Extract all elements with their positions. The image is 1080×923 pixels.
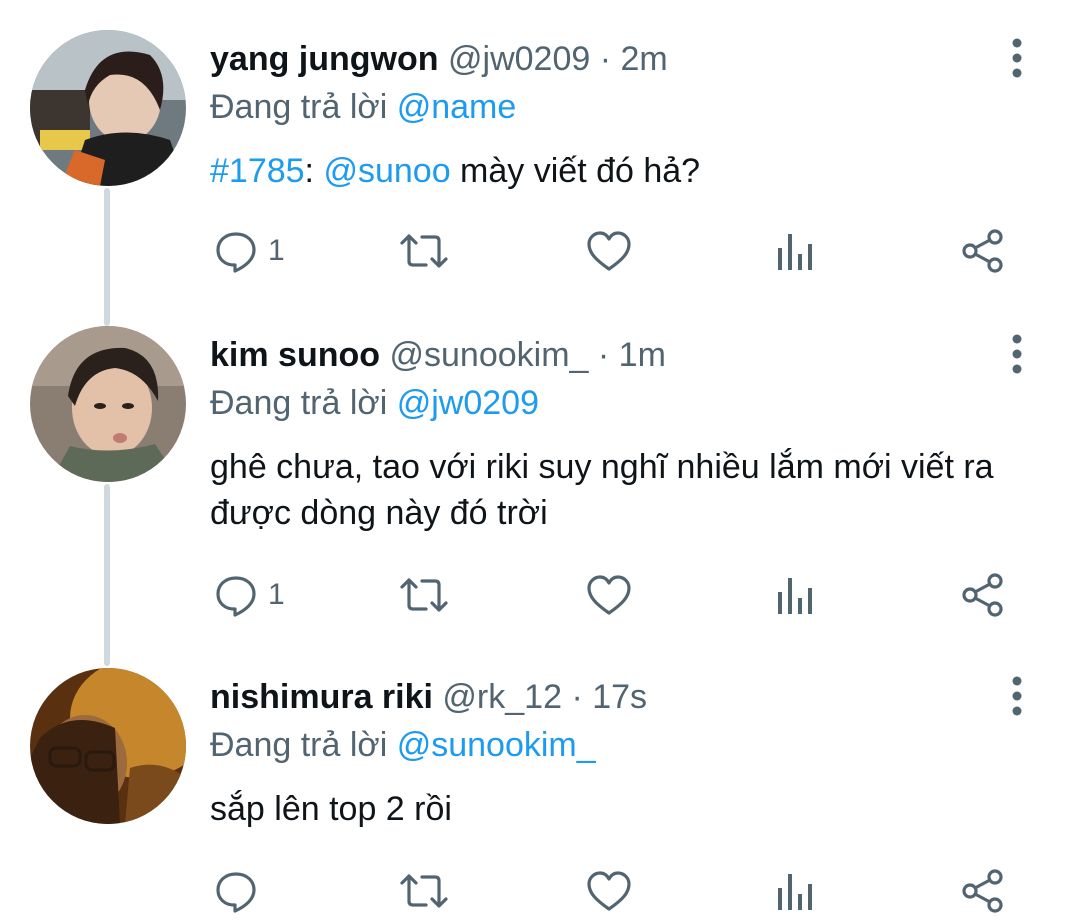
share-button[interactable] — [960, 570, 1006, 620]
reply-button[interactable]: 1 — [214, 570, 285, 620]
body-text-rest: mày viết đó hả? — [450, 152, 701, 190]
share-button[interactable] — [960, 866, 1006, 916]
bar-chart-icon — [778, 874, 812, 910]
body-colon: : — [304, 152, 314, 190]
tweet-actions — [0, 866, 1080, 916]
retweet-icon — [400, 578, 448, 612]
tweet-text: ghê chưa, tao với riki suy nghĩ nhiều lắ… — [210, 448, 994, 532]
replying-to-label: Đang trả lời — [210, 384, 388, 422]
retweet-icon — [400, 874, 448, 908]
separator: · — [599, 40, 612, 78]
views-button[interactable] — [776, 570, 816, 620]
handle[interactable]: @jw0209 — [448, 40, 590, 78]
tweet-header: kim sunoo @sunookim_ · 1m — [210, 334, 666, 376]
replying-to-label: Đang trả lời — [210, 88, 388, 126]
timestamp[interactable]: 1m — [619, 336, 666, 374]
speech-bubble-icon — [216, 576, 256, 617]
bar-chart-icon — [778, 578, 812, 614]
replying-to: Đang trả lời @jw0209 — [210, 382, 539, 424]
tweet-actions: 1 — [0, 226, 1080, 276]
more-options-button[interactable] — [1002, 38, 1032, 78]
more-options-button[interactable] — [1002, 334, 1032, 374]
handle[interactable]: @rk_12 — [442, 678, 562, 716]
like-button[interactable] — [586, 866, 632, 916]
like-button[interactable] — [586, 226, 632, 276]
tweet-text: #1785: @sunoo mày viết đó hả? — [210, 148, 1040, 194]
separator: · — [597, 336, 610, 374]
bar-chart-icon — [778, 234, 812, 270]
share-button[interactable] — [960, 226, 1006, 276]
speech-bubble-icon — [216, 872, 256, 913]
tweet-3[interactable]: nishimura riki @rk_12 · 17s Đang trả lời… — [0, 638, 1080, 923]
like-button[interactable] — [586, 570, 632, 620]
tweet-actions: 1 — [0, 570, 1080, 620]
separator: · — [571, 678, 583, 716]
replying-to-mention[interactable]: @sunookim_ — [397, 726, 596, 764]
heart-icon — [587, 871, 631, 911]
retweet-button[interactable] — [398, 866, 450, 916]
retweet-button[interactable] — [398, 570, 450, 620]
share-icon — [962, 229, 1003, 273]
speech-bubble-icon — [216, 232, 256, 273]
display-name[interactable]: yang jungwon — [210, 40, 439, 78]
tweet-2[interactable]: kim sunoo @sunookim_ · 1m Đang trả lời @… — [0, 296, 1080, 646]
replying-to-label: Đang trả lời — [210, 726, 388, 764]
replying-to-mention[interactable]: @name — [397, 88, 517, 126]
vertical-ellipsis-icon — [1012, 334, 1022, 374]
retweet-button[interactable] — [398, 226, 450, 276]
vertical-ellipsis-icon — [1012, 38, 1022, 78]
timestamp[interactable]: 17s — [592, 678, 647, 716]
vertical-ellipsis-icon — [1012, 676, 1022, 716]
replying-to: Đang trả lời @sunookim_ — [210, 724, 596, 766]
heart-icon — [587, 231, 631, 271]
share-icon — [962, 869, 1003, 913]
reply-count: 1 — [268, 234, 285, 267]
views-button[interactable] — [776, 866, 816, 916]
timestamp[interactable]: 2m — [621, 40, 668, 78]
avatar[interactable] — [30, 668, 186, 824]
reply-count: 1 — [268, 578, 285, 611]
tweet-header: nishimura riki @rk_12 · 17s — [210, 676, 647, 718]
retweet-icon — [400, 234, 448, 268]
hashtag-link[interactable]: #1785 — [210, 152, 305, 190]
display-name[interactable]: nishimura riki — [210, 678, 433, 716]
tweet-header: yang jungwon @jw0209 · 2m — [210, 38, 668, 80]
reply-button[interactable]: 1 — [214, 226, 285, 276]
avatar[interactable] — [30, 326, 186, 482]
more-options-button[interactable] — [1002, 676, 1032, 716]
replying-to-mention[interactable]: @jw0209 — [397, 384, 539, 422]
share-icon — [962, 573, 1003, 617]
avatar[interactable] — [30, 30, 186, 186]
views-button[interactable] — [776, 226, 816, 276]
mention-link[interactable]: @sunoo — [323, 152, 450, 190]
tweet-1[interactable]: yang jungwon @jw0209 · 2m Đang trả lời @… — [0, 0, 1080, 300]
display-name[interactable]: kim sunoo — [210, 336, 380, 374]
reply-button[interactable] — [214, 866, 268, 916]
replying-to: Đang trả lời @name — [210, 86, 516, 128]
heart-icon — [587, 575, 631, 615]
tweet-text: sắp lên top 2 rồi — [210, 790, 452, 828]
handle[interactable]: @sunookim_ — [389, 336, 588, 374]
